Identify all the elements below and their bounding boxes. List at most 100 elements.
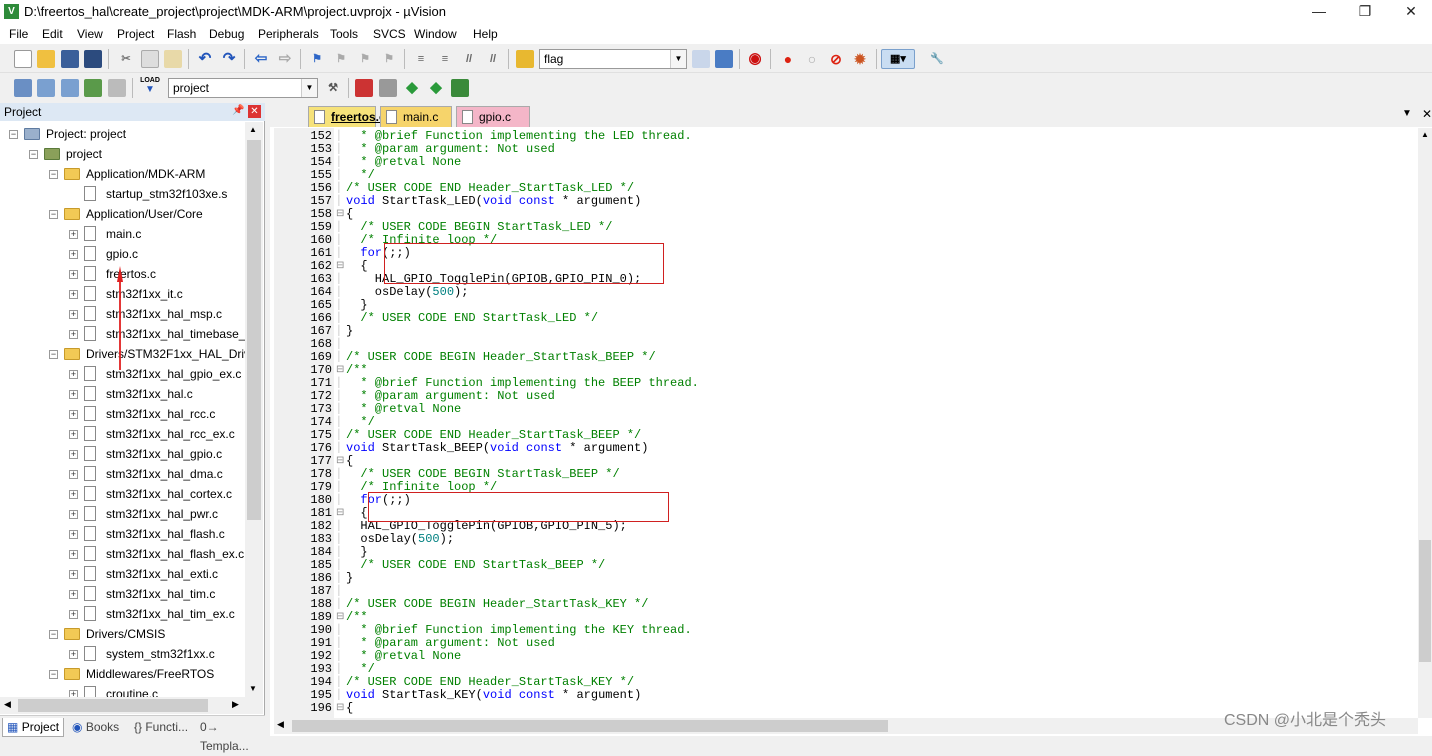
file-extensions-icon[interactable] <box>355 79 373 97</box>
menu-project[interactable]: Project <box>117 27 154 41</box>
tab-main-c[interactable]: main.c <box>380 106 452 127</box>
tab-gpio-c[interactable]: gpio.c <box>456 106 530 127</box>
menu-help[interactable]: Help <box>473 27 498 41</box>
close-editor-icon[interactable]: ✕ <box>1422 107 1432 121</box>
expand-icon[interactable]: + <box>69 250 78 259</box>
target-combo[interactable]: project ▼ <box>168 78 318 98</box>
scrollbar-thumb[interactable] <box>1419 540 1431 662</box>
pack-installer-icon[interactable]: ◆ <box>427 79 445 97</box>
pin-icon[interactable]: 📌 <box>232 105 244 116</box>
tree-item[interactable]: − Middlewares/FreeRTOS <box>0 664 245 684</box>
code-line[interactable]: │ void StartTask_BEEP(void const * argume… <box>336 442 648 455</box>
navigate-back-icon[interactable]: ⇦ <box>252 50 270 68</box>
open-folder-icon[interactable] <box>37 50 55 68</box>
code-line[interactable]: │ /* USER CODE END StartTask_LED */ <box>336 312 598 325</box>
scrollbar-thumb[interactable] <box>18 699 208 712</box>
undo-icon[interactable]: ↶ <box>196 50 214 68</box>
tree-item[interactable]: + main.c <box>0 224 245 244</box>
editor-vertical-scrollbar[interactable]: ▲ <box>1418 128 1432 718</box>
collapse-icon[interactable]: − <box>29 150 38 159</box>
code-line[interactable]: │/* USER CODE BEGIN Header_StartTask_BEE… <box>336 351 656 364</box>
find-combo[interactable]: flag ▼ <box>539 49 687 69</box>
expand-icon[interactable]: + <box>69 550 78 559</box>
fold-toggle-icon[interactable]: ⊟ <box>336 208 344 221</box>
kill-breakpoints-icon[interactable]: ✹ <box>851 50 869 68</box>
code-line[interactable]: │ /* USER CODE END StartTask_BEEP */ <box>336 559 605 572</box>
expand-icon[interactable]: + <box>69 470 78 479</box>
tree-item[interactable]: + stm32f1xx_hal_tim.c <box>0 584 245 604</box>
start-debug-icon[interactable]: ◉ <box>746 50 764 68</box>
incremental-find-icon[interactable] <box>715 50 733 68</box>
tab-project[interactable]: ▦ Project <box>2 718 64 737</box>
menu-file[interactable]: File <box>9 27 28 41</box>
enable-breakpoint-icon[interactable]: ○ <box>803 50 821 68</box>
tree-item[interactable]: − project <box>0 144 245 164</box>
tree-item[interactable]: + stm32f1xx_hal_cortex.c <box>0 484 245 504</box>
project-tree-horizontal-scrollbar[interactable]: ◀ ▶ <box>0 697 263 714</box>
copy-icon[interactable] <box>141 50 159 68</box>
insert-breakpoint-icon[interactable]: ● <box>779 50 797 68</box>
configure-icon[interactable]: 🔧 <box>928 50 946 68</box>
collapse-icon[interactable]: − <box>49 670 58 679</box>
expand-icon[interactable]: + <box>69 590 78 599</box>
scrollbar-thumb[interactable] <box>292 720 888 732</box>
new-file-icon[interactable] <box>14 50 32 68</box>
expand-icon[interactable]: + <box>69 390 78 399</box>
tree-item[interactable]: startup_stm32f103xe.s <box>0 184 245 204</box>
save-icon[interactable] <box>61 50 79 68</box>
tree-item[interactable]: + stm32f1xx_hal.c <box>0 384 245 404</box>
tree-item[interactable]: + stm32f1xx_hal_exti.c <box>0 564 245 584</box>
select-packs-icon[interactable]: ◆ <box>403 79 421 97</box>
code-line[interactable]: │/* USER CODE BEGIN Header_StartTask_KEY… <box>336 598 648 611</box>
find-in-files-icon[interactable] <box>516 50 534 68</box>
chevron-down-icon[interactable]: ▼ <box>670 50 686 68</box>
prev-bookmark-icon[interactable]: ⚑ <box>332 50 350 68</box>
tree-item[interactable]: + stm32f1xx_hal_flash_ex.c <box>0 544 245 564</box>
tab-list-icon[interactable]: ▼ <box>1402 108 1412 119</box>
code-line[interactable]: │} <box>336 572 353 585</box>
chevron-down-icon[interactable]: ▼ <box>301 79 317 97</box>
unindent-icon[interactable]: ≡ <box>436 50 454 68</box>
run-time-env-icon[interactable] <box>451 79 469 97</box>
collapse-icon[interactable]: − <box>9 130 18 139</box>
menu-window[interactable]: Window <box>414 27 457 41</box>
translate-icon[interactable] <box>14 79 32 97</box>
scrollbar-thumb[interactable] <box>247 140 261 520</box>
save-all-icon[interactable] <box>84 50 102 68</box>
expand-icon[interactable]: + <box>69 270 78 279</box>
cut-icon[interactable]: ✂ <box>117 50 135 68</box>
navigate-forward-icon[interactable]: ⇨ <box>276 50 294 68</box>
menu-debug[interactable]: Debug <box>209 27 244 41</box>
tree-item[interactable]: − Application/MDK-ARM <box>0 164 245 184</box>
code-line[interactable]: ⊟{ <box>336 702 353 715</box>
tab-templates[interactable]: 0→ Templa... <box>196 718 264 753</box>
tree-item[interactable]: + stm32f1xx_hal_gpio.c <box>0 444 245 464</box>
scroll-down-icon[interactable]: ▼ <box>249 684 257 693</box>
scroll-left-icon[interactable]: ◀ <box>4 699 11 710</box>
redo-icon[interactable]: ↷ <box>220 50 238 68</box>
build-icon[interactable] <box>37 79 55 97</box>
tree-item[interactable]: − Project: project <box>0 124 245 144</box>
tree-item[interactable]: + system_stm32f1xx.c <box>0 644 245 664</box>
collapse-icon[interactable]: − <box>49 170 58 179</box>
fold-toggle-icon[interactable]: ⊟ <box>336 507 344 520</box>
find-icon[interactable] <box>692 50 710 68</box>
fold-toggle-icon[interactable]: ⊟ <box>336 260 344 273</box>
rebuild-icon[interactable] <box>61 79 79 97</box>
minimize-button[interactable]: — <box>1296 0 1342 24</box>
tree-item[interactable]: − Application/User/Core <box>0 204 245 224</box>
comment-icon[interactable]: // <box>460 50 478 68</box>
expand-icon[interactable]: + <box>69 410 78 419</box>
tree-item[interactable]: + stm32f1xx_hal_rcc.c <box>0 404 245 424</box>
window-layout-icon[interactable]: ▦▾ <box>881 49 915 69</box>
load-button[interactable]: LOAD ▼ <box>140 76 160 98</box>
indent-icon[interactable]: ≡ <box>412 50 430 68</box>
menu-view[interactable]: View <box>77 27 103 41</box>
tree-item[interactable]: + stm32f1xx_hal_dma.c <box>0 464 245 484</box>
expand-icon[interactable]: + <box>69 370 78 379</box>
fold-toggle-icon[interactable]: ⊟ <box>336 455 344 468</box>
scroll-up-icon[interactable]: ▲ <box>1421 130 1429 139</box>
code-line[interactable]: │} <box>336 325 353 338</box>
close-window-button[interactable]: ✕ <box>1388 0 1432 24</box>
collapse-icon[interactable]: − <box>49 630 58 639</box>
